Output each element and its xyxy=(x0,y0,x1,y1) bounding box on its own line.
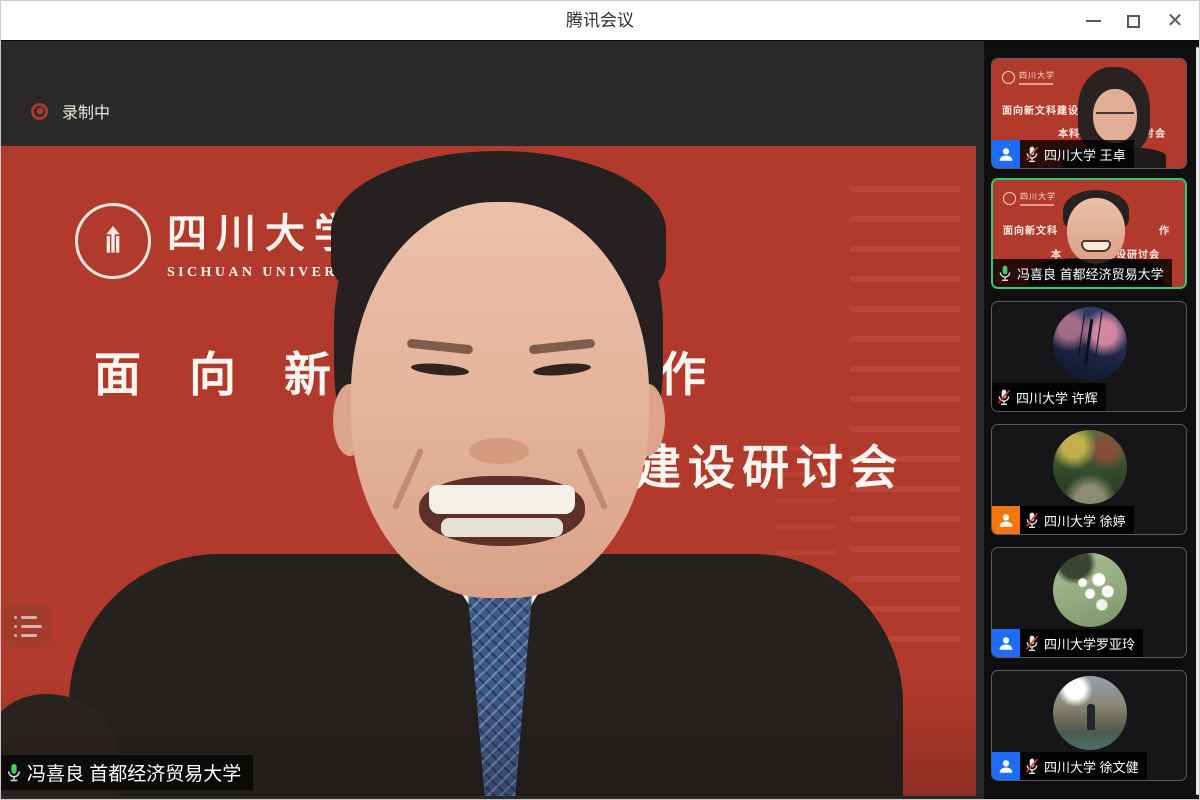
participant-figure xyxy=(1067,198,1125,264)
participant-name: 四川大学 许辉 xyxy=(1016,388,1098,407)
participant-name: 四川大学 王卓 xyxy=(1044,145,1126,164)
person-icon xyxy=(997,757,1015,775)
layout-list-button[interactable] xyxy=(5,604,51,648)
participant-namebar: 四川大学 徐婷 xyxy=(992,506,1134,534)
participant-namebar: 四川大学罗亚玲 xyxy=(992,629,1143,657)
close-icon: ✕ xyxy=(1167,11,1184,31)
list-icon xyxy=(14,625,51,628)
mini-university-logo: 四川大学 xyxy=(1003,191,1056,206)
profile-avatar-chip xyxy=(992,629,1020,657)
mini-banner-line1: 面向新文科建设的 xyxy=(1002,102,1090,117)
minimize-icon xyxy=(1086,20,1101,22)
participant-figure xyxy=(1096,112,1134,116)
participant-avatar-photo xyxy=(1053,430,1127,504)
participant-figure xyxy=(1081,240,1111,252)
main-video-tile[interactable]: 四川大学 SICHUAN UNIVERSITY 面向新文科建 作 本 建设研讨会 xyxy=(1,146,976,796)
mini-logo-text: 四川大学 xyxy=(1019,70,1055,81)
participant-tile[interactable]: 四川大学 面向新文科建设的 本科教 讨会 xyxy=(991,58,1187,169)
participants-sidebar: 四川大学 面向新文科建设的 本科教 讨会 xyxy=(984,41,1200,800)
recording-label: 录制中 xyxy=(62,99,110,123)
mini-banner-line1: 面向新文科 xyxy=(1003,222,1058,237)
speaker-figure xyxy=(1,146,976,796)
participant-namebar: 四川大学 王卓 xyxy=(992,140,1134,168)
stage-name-tag: 冯喜良 首都经济贸易大学 xyxy=(1,755,253,790)
mini-seal-icon xyxy=(1003,192,1016,205)
person-icon xyxy=(997,511,1015,529)
profile-avatar-chip xyxy=(992,140,1020,168)
mic-on-icon xyxy=(5,763,23,783)
mini-logo-underline xyxy=(1019,83,1053,85)
recording-indicator: 录制中 xyxy=(31,99,110,123)
mic-on-icon xyxy=(997,264,1013,282)
list-icon xyxy=(14,634,51,637)
participant-namebar: 四川大学 徐文健 xyxy=(992,752,1147,780)
profile-avatar-chip xyxy=(992,506,1020,534)
participant-avatar-photo xyxy=(1053,553,1127,627)
participant-tile[interactable]: 四川大学 许辉 xyxy=(991,301,1187,412)
mini-banner-line1-right: 作 xyxy=(1159,222,1170,237)
participant-avatar-photo xyxy=(1053,676,1127,750)
person-icon xyxy=(997,145,1015,163)
close-button[interactable]: ✕ xyxy=(1153,1,1197,41)
window-title: 腾讯会议 xyxy=(1,1,1199,41)
maximize-icon xyxy=(1127,15,1140,28)
mic-muted-icon xyxy=(1024,511,1040,529)
participant-tile[interactable]: 四川大学罗亚玲 xyxy=(991,547,1187,658)
mini-university-logo: 四川大学 xyxy=(1002,70,1055,85)
maximize-button[interactable] xyxy=(1111,1,1155,41)
participant-tile[interactable]: 四川大学 徐文健 xyxy=(991,670,1187,781)
mini-logo-text: 四川大学 xyxy=(1020,191,1056,202)
profile-avatar-chip xyxy=(992,752,1020,780)
mini-seal-icon xyxy=(1002,71,1015,84)
participant-tile[interactable]: 四川大学 徐婷 xyxy=(991,424,1187,535)
participant-figure xyxy=(1093,89,1137,143)
participant-name: 四川大学 徐婷 xyxy=(1044,511,1126,530)
minimize-button[interactable] xyxy=(1071,1,1115,41)
participant-name: 冯喜良 首都经济贸易大学 xyxy=(1017,264,1164,283)
person-icon xyxy=(997,634,1015,652)
list-icon xyxy=(14,616,51,619)
sidebar-scrollbar[interactable] xyxy=(1196,47,1199,795)
mic-muted-icon xyxy=(1024,145,1040,163)
participant-avatar-photo xyxy=(1053,307,1127,381)
speaker-teeth xyxy=(429,485,575,514)
mic-muted-icon xyxy=(1024,757,1040,775)
record-dot-icon xyxy=(31,103,48,120)
mini-logo-underline xyxy=(1020,204,1054,206)
participant-tile-active[interactable]: 四川大学 面向新文科 作 本 建设研讨会 xyxy=(991,178,1187,289)
titlebar: 腾讯会议 ✕ xyxy=(1,1,1199,41)
mic-muted-icon xyxy=(1024,634,1040,652)
participant-name: 四川大学罗亚玲 xyxy=(1044,634,1135,653)
stage-speaker-name: 冯喜良 首都经济贸易大学 xyxy=(27,759,241,786)
participant-namebar: 四川大学 许辉 xyxy=(992,383,1106,411)
participant-namebar: 冯喜良 首都经济贸易大学 xyxy=(993,259,1172,287)
speaker-nose xyxy=(469,438,529,464)
participant-name: 四川大学 徐文健 xyxy=(1044,757,1139,776)
mic-muted-icon xyxy=(996,388,1012,406)
meeting-window: 腾讯会议 ✕ 录制中 四川大学 SICHUAN UNIVERSITY xyxy=(0,0,1200,800)
speaker-teeth xyxy=(441,518,563,537)
